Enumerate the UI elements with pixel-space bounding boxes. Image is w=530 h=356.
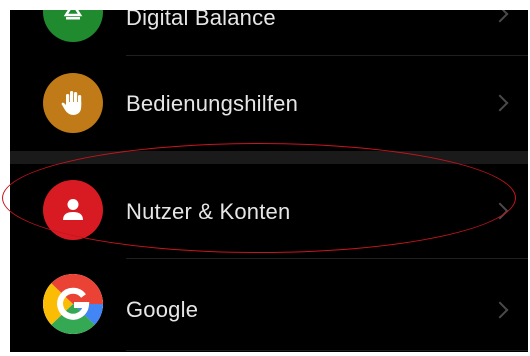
settings-list: Digital Balance Bedienungshilfen Nutzer … bbox=[10, 10, 528, 352]
settings-item-label: Google bbox=[126, 297, 199, 322]
chevron-right-icon bbox=[491, 301, 509, 319]
settings-item-label: Digital Balance bbox=[126, 10, 276, 30]
divider bbox=[126, 350, 528, 351]
settings-item-digital-balance[interactable]: Digital Balance bbox=[10, 10, 528, 60]
chevron-right-icon bbox=[491, 94, 509, 112]
user-icon bbox=[43, 180, 103, 240]
section-divider bbox=[10, 151, 528, 164]
settings-item-label: Bedienungshilfen bbox=[126, 91, 299, 116]
chevron-right-icon bbox=[491, 202, 509, 220]
settings-item-accessibility[interactable]: Bedienungshilfen bbox=[10, 56, 528, 151]
hand-icon bbox=[43, 73, 103, 133]
settings-item-google[interactable]: Google bbox=[10, 259, 528, 352]
chevron-right-icon bbox=[491, 10, 509, 23]
digital-balance-icon bbox=[43, 10, 103, 42]
settings-item-users-accounts[interactable]: Nutzer & Konten bbox=[10, 164, 528, 259]
settings-item-label: Nutzer & Konten bbox=[126, 199, 291, 224]
google-icon bbox=[43, 274, 103, 334]
